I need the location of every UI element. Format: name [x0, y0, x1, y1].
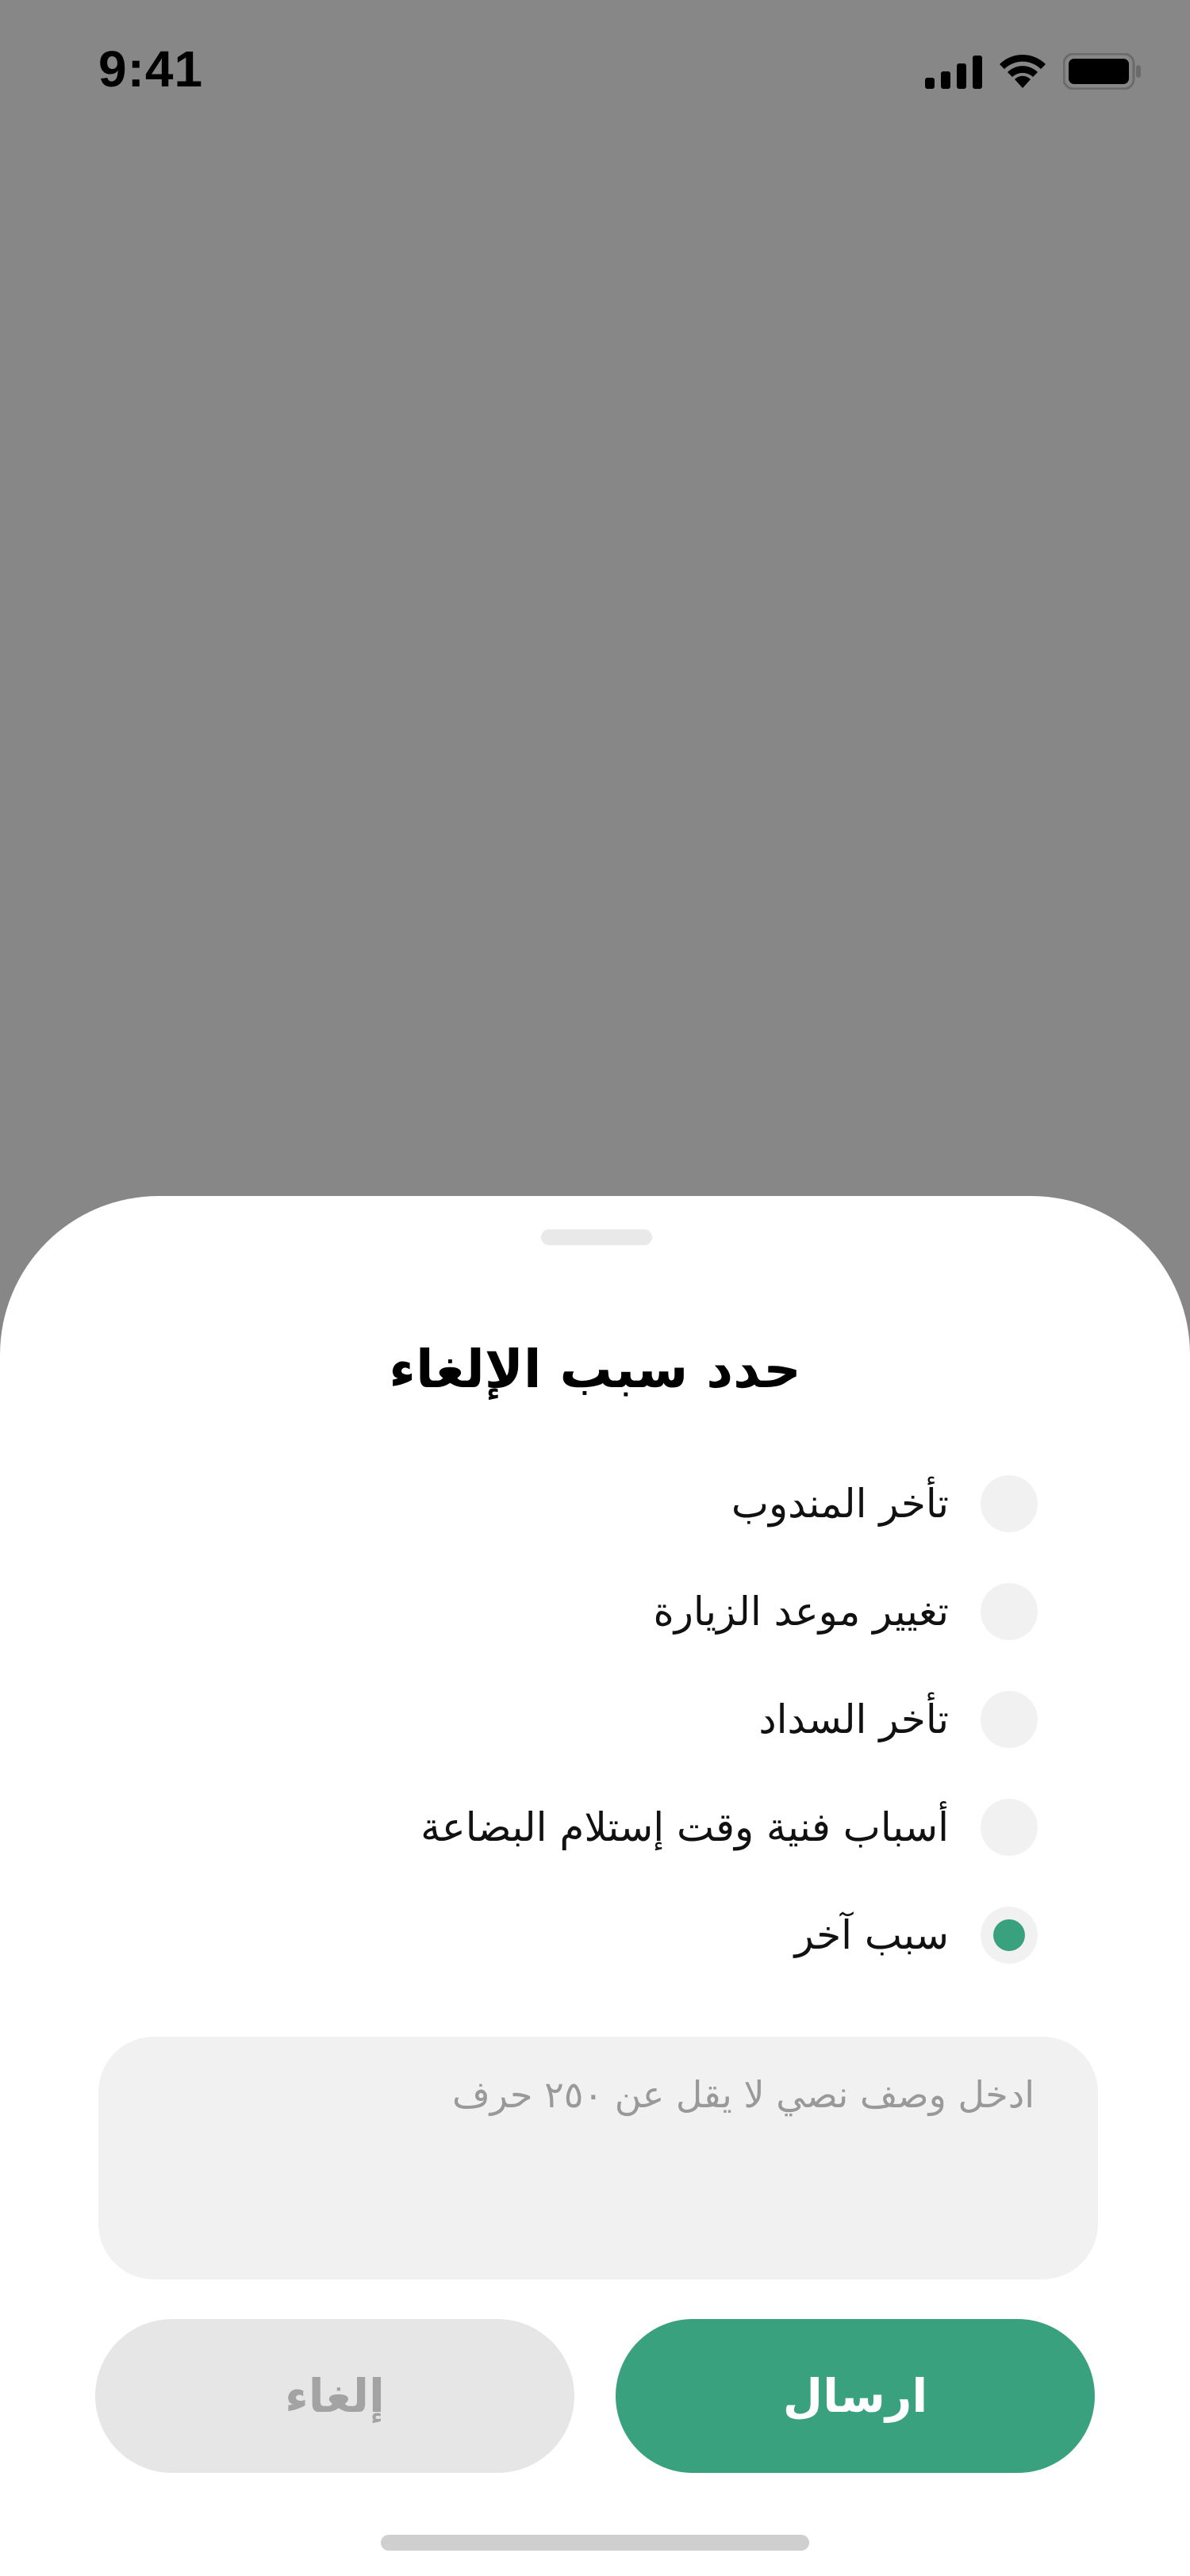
status-time: 9:41 — [98, 40, 204, 98]
reason-option-visit-change[interactable]: تغيير موعد الزيارة — [654, 1581, 1038, 1642]
battery-icon — [1063, 53, 1141, 90]
reason-label: تأخر السداد — [758, 1696, 949, 1742]
cancel-reason-sheet: حدد سبب الإلغاء تأخر المندوب تغيير موعد … — [0, 1196, 1190, 2576]
cancel-button[interactable]: إلغاء — [95, 2319, 574, 2473]
send-button[interactable]: ارسال — [616, 2319, 1095, 2473]
status-bar: 9:41 — [0, 0, 1190, 143]
sheet-grabber[interactable] — [541, 1229, 652, 1245]
reason-option-other[interactable]: سبب آخر — [795, 1905, 1038, 1965]
radio-button[interactable] — [981, 1691, 1038, 1748]
reason-option-payment-delay[interactable]: تأخر السداد — [758, 1689, 1038, 1750]
reason-label: سبب آخر — [794, 1912, 949, 1958]
radio-button[interactable] — [981, 1907, 1038, 1964]
status-icons — [925, 48, 1142, 95]
home-indicator[interactable] — [381, 2535, 809, 2551]
description-input[interactable]: ادخل وصف نصي لا يقل عن ٢٥٠ حرف — [98, 2037, 1098, 2279]
radio-dot — [993, 1919, 1025, 1951]
signal-icon — [925, 56, 982, 89]
reason-option-delegate-delay[interactable]: تأخر المندوب — [731, 1474, 1038, 1534]
reason-option-technical[interactable]: أسباب فنية وقت إستلام البضاعة — [420, 1797, 1038, 1857]
reason-label: أسباب فنية وقت إستلام البضاعة — [420, 1804, 949, 1850]
radio-button[interactable] — [981, 1799, 1038, 1856]
sheet-title: حدد سبب الإلغاء — [389, 1339, 801, 1400]
reason-label: تغيير موعد الزيارة — [653, 1589, 950, 1635]
radio-button[interactable] — [981, 1583, 1038, 1640]
reason-label: تأخر المندوب — [731, 1481, 949, 1527]
radio-button[interactable] — [981, 1475, 1038, 1532]
description-placeholder: ادخل وصف نصي لا يقل عن ٢٥٠ حرف — [451, 2073, 1035, 2116]
wifi-icon — [1000, 54, 1046, 88]
